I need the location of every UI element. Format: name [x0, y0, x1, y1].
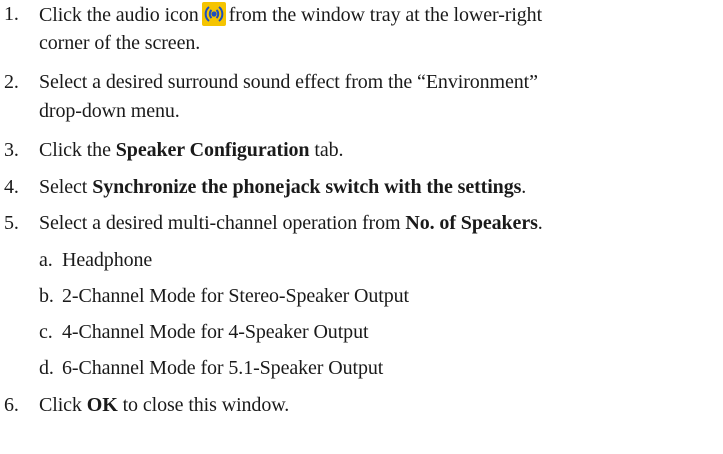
step-text: Click — [39, 394, 82, 416]
step-text: Select a desired multi-channel operation… — [39, 212, 401, 234]
step-2-continuation: drop-down menu. — [39, 100, 180, 122]
step-number: 4. — [4, 176, 19, 198]
step-bold-term: Speaker Configuration — [115, 139, 310, 161]
step-text: Click the — [39, 139, 111, 161]
step-bold-term: No. of Speakers — [405, 212, 538, 234]
option-text: 2-Channel Mode for Stereo-Speaker Output — [62, 285, 410, 307]
step-number: 3. — [4, 139, 19, 161]
step-bold-term: OK — [86, 394, 118, 416]
step-text-suffix: . — [537, 212, 543, 234]
step-text-suffix: . — [521, 176, 527, 198]
option-text: 4-Channel Mode for 4-Speaker Output — [62, 321, 369, 343]
step-text: Select a desired surround sound effect f… — [39, 71, 538, 93]
option-text: Headphone — [62, 249, 153, 271]
step-text: Click the audio icon — [39, 4, 199, 26]
step-bold-term: Synchronize the phonejack switch with th… — [92, 176, 522, 198]
step-text-suffix: to close this window. — [122, 394, 290, 416]
step-text-suffix: tab. — [314, 139, 344, 161]
instruction-document: 1. Click the audio icon from the window … — [0, 0, 723, 454]
step-text: Select — [39, 176, 88, 198]
audio-speaker-icon — [201, 2, 226, 26]
step-number: 2. — [4, 71, 19, 93]
step-number: 1. — [4, 3, 19, 25]
option-text: 6-Channel Mode for 5.1-Speaker Output — [62, 357, 384, 379]
step-number: 6. — [4, 394, 19, 416]
step-text-after-icon: from the window tray at the lower-right — [228, 4, 543, 26]
step-1-continuation: corner of the screen. — [39, 32, 201, 54]
step-number: 5. — [4, 212, 19, 234]
